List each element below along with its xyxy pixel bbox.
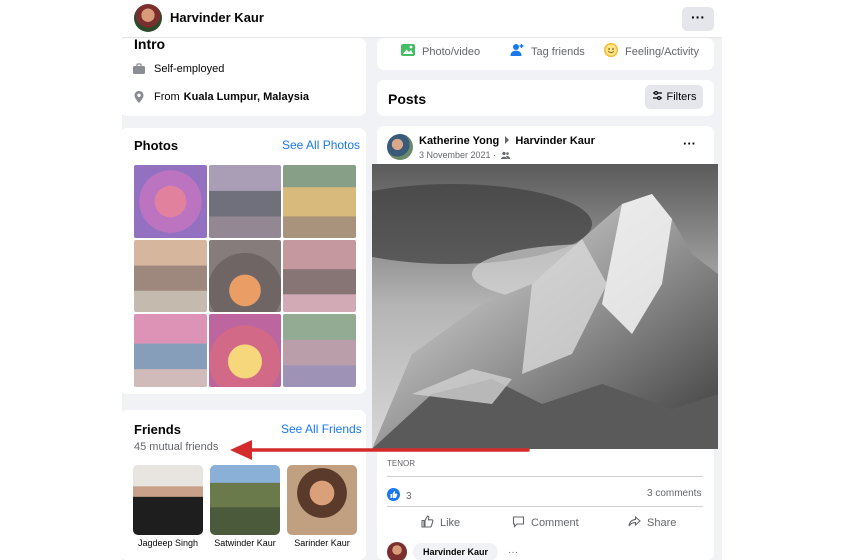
photos-title: Photos (134, 138, 179, 153)
friend-tile[interactable]: Sarinder Kaur (287, 465, 357, 548)
post-author-name[interactable]: Katherine Yong (419, 135, 499, 147)
commenter-name[interactable]: Harvinder Kaur (423, 547, 488, 557)
intro-from-prefix: From (154, 91, 180, 103)
caret-right-icon (504, 135, 510, 147)
mountain-gif (372, 164, 718, 449)
photo-video-button[interactable]: Photo/video (400, 42, 480, 61)
photo-thumbnail[interactable] (134, 239, 207, 313)
gif-source-label[interactable]: TENOR (387, 459, 415, 468)
comment-preview: Harvinder Kaur ··· (387, 542, 518, 560)
photo-thumbnail[interactable] (283, 314, 356, 387)
friends-title: Friends (134, 422, 181, 437)
post-card: Katherine Yong Harvinder Kaur 3 November… (372, 126, 718, 560)
more-options-button[interactable]: ··· (682, 7, 714, 31)
intro-work-row: Self-employed (132, 62, 224, 76)
comment-icon (512, 515, 525, 531)
friends-card: Friends See All Friends 45 mutual friend… (120, 410, 366, 560)
like-button[interactable]: Like (421, 515, 460, 531)
photos-grid (134, 165, 356, 387)
profile-avatar[interactable] (134, 4, 162, 32)
see-all-friends-link[interactable]: See All Friends (281, 422, 362, 436)
commenter-avatar[interactable] (387, 542, 407, 560)
share-button[interactable]: Share (628, 515, 676, 531)
filters-button[interactable]: Filters (645, 85, 703, 109)
posts-header: Posts Filters (377, 80, 714, 116)
post-author-avatar[interactable] (387, 134, 413, 160)
profile-name[interactable]: Harvinder Kaur (170, 10, 264, 25)
photos-card: Photos See All Photos (120, 128, 366, 394)
post-image[interactable] (372, 164, 718, 449)
comment-bubble[interactable]: Harvinder Kaur (413, 543, 499, 560)
intro-from-row: From Kuala Lumpur, Malaysia (132, 90, 309, 104)
reaction-count: 3 (406, 490, 412, 502)
tag-friends-icon (509, 42, 525, 61)
post-date-line: 3 November 2021 · (419, 150, 510, 161)
intro-work-text: Self-employed (154, 63, 225, 75)
friend-photo[interactable] (210, 465, 280, 535)
friends-audience-icon (500, 151, 510, 161)
post-options-button[interactable]: ··· (683, 136, 696, 151)
tag-friends-label: Tag friends (531, 45, 585, 58)
briefcase-icon (132, 62, 146, 76)
divider (387, 506, 703, 507)
photo-thumbnail[interactable] (208, 239, 282, 313)
share-icon (628, 515, 641, 531)
intro-card: Intro Self-employed From Kuala Lumpur, M… (120, 36, 366, 116)
post-date[interactable]: 3 November 2021 · (419, 150, 496, 160)
friend-name[interactable]: Jagdeep Singh (133, 538, 203, 548)
like-reaction-icon (387, 488, 400, 504)
thumbs-up-icon (421, 515, 434, 531)
filters-label: Filters (666, 91, 697, 103)
posts-title: Posts (388, 91, 427, 107)
friend-photo[interactable] (133, 465, 203, 535)
see-all-photos-link[interactable]: See All Photos (282, 138, 360, 152)
friend-tile[interactable]: Satwinder Kaur (210, 465, 280, 548)
comment-button[interactable]: Comment (512, 515, 579, 531)
mutual-friends-count[interactable]: 45 mutual friends (134, 441, 218, 453)
intro-from-place[interactable]: Kuala Lumpur, Malaysia (184, 91, 309, 103)
comments-count-link[interactable]: 3 comments (647, 488, 701, 499)
filters-icon (652, 90, 663, 104)
share-label: Share (647, 517, 677, 529)
photo-thumbnail[interactable] (283, 165, 356, 238)
smiley-icon (603, 42, 619, 61)
intro-title: Intro (134, 36, 166, 52)
photo-thumbnail[interactable] (208, 165, 282, 238)
friend-name[interactable]: Sarinder Kaur (287, 538, 357, 548)
tag-friends-button[interactable]: Tag friends (509, 42, 585, 61)
like-label: Like (440, 517, 461, 529)
post-composer-actions: Photo/video Tag friends Feeling/Activity (377, 38, 714, 70)
reaction-summary[interactable]: 3 (387, 488, 412, 504)
profile-header-bar: Harvinder Kaur ··· (122, 0, 722, 38)
post-target-name[interactable]: Harvinder Kaur (515, 135, 594, 147)
friend-photo[interactable] (287, 465, 357, 535)
photo-thumbnail[interactable] (283, 239, 356, 313)
friend-tile[interactable]: Jagdeep Singh (133, 465, 203, 548)
photo-video-label: Photo/video (422, 45, 481, 58)
photo-thumbnail[interactable] (134, 314, 207, 387)
location-pin-icon (132, 90, 146, 104)
divider (387, 476, 703, 477)
post-author-line: Katherine Yong Harvinder Kaur (419, 135, 595, 147)
comment-options-button[interactable]: ··· (508, 547, 518, 558)
photo-icon (400, 42, 416, 61)
feeling-activity-button[interactable]: Feeling/Activity (603, 42, 699, 61)
comment-label: Comment (531, 517, 579, 529)
photo-thumbnail[interactable] (134, 165, 207, 238)
friend-name[interactable]: Satwinder Kaur (210, 538, 280, 548)
feeling-activity-label: Feeling/Activity (625, 45, 699, 58)
photo-thumbnail[interactable] (208, 314, 282, 387)
